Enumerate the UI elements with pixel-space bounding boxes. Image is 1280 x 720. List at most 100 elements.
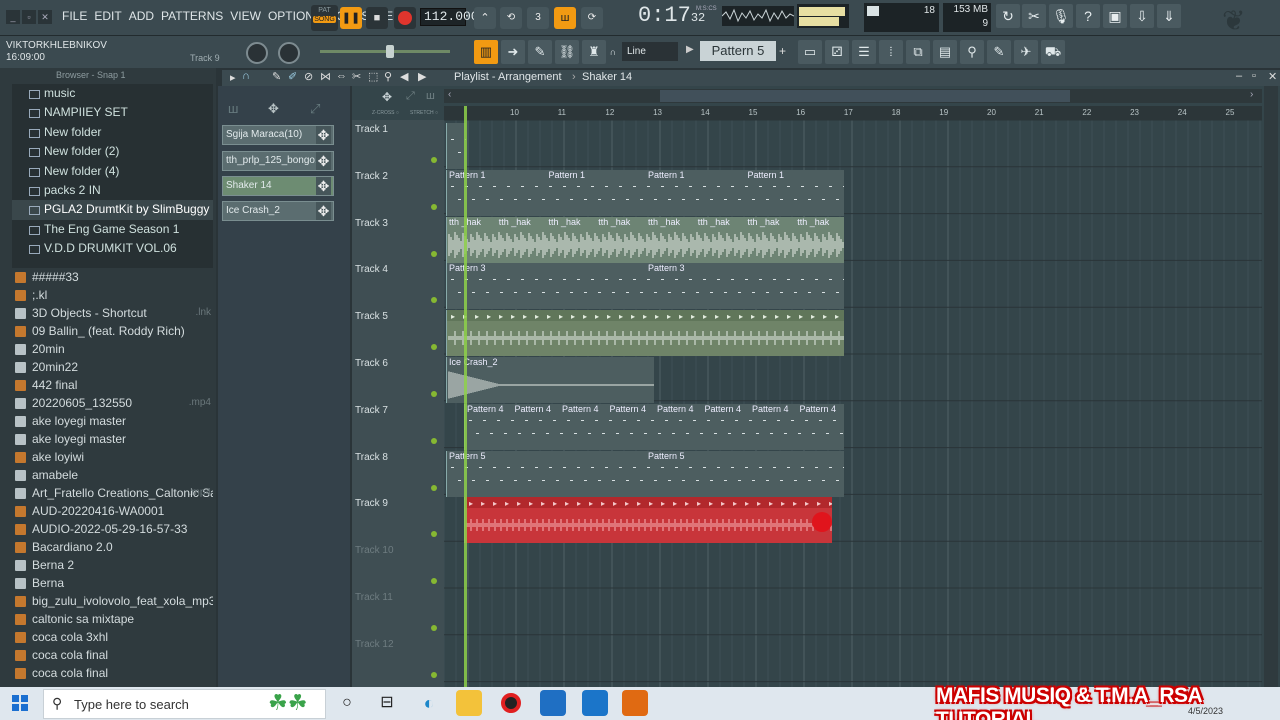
file-item[interactable]: 442 final: [12, 376, 213, 394]
mixer-icon[interactable]: ⦙: [879, 40, 903, 64]
track-mute-led[interactable]: [431, 157, 437, 163]
select-icon[interactable]: ⬚: [368, 70, 378, 83]
arrow-right-icon[interactable]: ➜: [501, 40, 525, 64]
restore-icon[interactable]: ▫: [1252, 70, 1256, 82]
file-item[interactable]: coca cola final: [12, 664, 213, 682]
windows-start-icon[interactable]: [12, 695, 28, 711]
playlist-clip[interactable]: Pattern 1 Pattern 1 Pattern 1 Pattern 1: [446, 169, 844, 216]
channel-item[interactable]: tth_prlp_125_bongo... ✥: [222, 151, 334, 171]
file-item[interactable]: big_zulu_ivolovolo_feat_xola_mp3_9164: [12, 592, 213, 610]
render-icon[interactable]: ⇩: [1130, 4, 1154, 28]
channel-rack-icon[interactable]: ☰: [852, 40, 876, 64]
tempo-tapper-icon[interactable]: ✎: [987, 40, 1011, 64]
menu-edit[interactable]: EDIT: [94, 9, 121, 23]
delete-icon[interactable]: ⊘: [304, 70, 313, 83]
track-name[interactable]: Track 3: [355, 218, 388, 229]
stop-button[interactable]: ■: [366, 7, 388, 29]
master-pitch-knob[interactable]: [278, 42, 300, 64]
file-item[interactable]: ake loyegi master: [12, 430, 213, 448]
stretch-label[interactable]: STRETCH ○: [410, 110, 438, 116]
track-name[interactable]: Track 12: [355, 639, 394, 650]
play-button[interactable]: ❚❚: [340, 7, 362, 29]
master-slider[interactable]: [320, 45, 450, 58]
track-name[interactable]: Track 11: [355, 592, 393, 603]
folder-item[interactable]: New folder (4): [12, 162, 213, 181]
channel-icon[interactable]: ш: [228, 101, 248, 116]
folder-item[interactable]: New folder: [12, 123, 213, 142]
track-name[interactable]: Track 8: [355, 452, 388, 463]
cut-icon[interactable]: ✂: [1022, 4, 1046, 28]
connect-icon[interactable]: ⤢: [310, 101, 330, 116]
track-mute-led[interactable]: [431, 437, 437, 444]
track-name[interactable]: Track 7: [355, 405, 388, 416]
menu-file[interactable]: FILE: [62, 9, 87, 23]
plugin-picker-icon[interactable]: ⚲: [960, 40, 984, 64]
cortana-icon[interactable]: ○: [334, 690, 360, 716]
file-item[interactable]: AUDIO-2022-05-29-16-57-33: [12, 520, 213, 538]
file-item[interactable]: 20min22: [12, 358, 213, 376]
scroll-left-icon[interactable]: ‹: [448, 89, 451, 100]
folder-item[interactable]: music: [12, 84, 213, 103]
piano-roll-icon[interactable]: ⚂: [825, 40, 849, 64]
file-explorer-icon[interactable]: [456, 690, 482, 716]
paint-icon[interactable]: ✐: [288, 70, 297, 83]
close-icon[interactable]: ✕: [1268, 70, 1277, 83]
playlist-clip[interactable]: ▸▸▸▸▸▸▸▸▸▸▸▸▸▸▸▸▸▸▸▸▸▸▸▸▸▸▸▸▸▸▸▸▸: [446, 310, 844, 357]
file-item[interactable]: Bacardiano 2.0: [12, 538, 213, 556]
link-icon[interactable]: ⛓: [555, 40, 579, 64]
pattern-select[interactable]: Pattern 5: [700, 41, 776, 61]
folder-item[interactable]: NAMPIIEY SET: [12, 103, 213, 122]
fl-studio-icon[interactable]: [622, 690, 648, 716]
track-mute-led[interactable]: [431, 671, 437, 678]
pattern-icon[interactable]: ▭: [798, 40, 822, 64]
mute-icon[interactable]: ⋈: [320, 70, 331, 83]
task-view-icon[interactable]: ⊟: [374, 690, 400, 716]
playlist-clip[interactable]: Ice Crash_2: [446, 357, 654, 403]
file-item[interactable]: ake loyegi master: [12, 412, 213, 430]
help-icon[interactable]: ?: [1076, 4, 1100, 28]
magnet-icon[interactable]: ∩: [606, 44, 620, 60]
undo-icon[interactable]: ↻: [996, 4, 1020, 28]
file-item[interactable]: coca cola 3xhl: [12, 628, 213, 646]
track-name[interactable]: Track 9: [355, 498, 388, 509]
file-item[interactable]: ake loyiwi: [12, 448, 213, 466]
vertical-scrollbar[interactable]: [1264, 86, 1278, 688]
move-icon[interactable]: ✥: [382, 90, 392, 104]
channel-plus-icon[interactable]: ✥: [316, 126, 331, 144]
store-icon[interactable]: [540, 690, 566, 716]
file-item[interactable]: Art_Fratello Creations_Caltonic Sa .mp4: [12, 484, 213, 502]
channel-plus-icon[interactable]: ✥: [316, 202, 331, 220]
track-name[interactable]: Track 10: [355, 545, 394, 556]
track-name[interactable]: Track 6: [355, 358, 388, 369]
menu-patterns[interactable]: PATTERNS: [161, 9, 223, 23]
play-small-icon[interactable]: ▶: [418, 70, 426, 83]
microphone-icon[interactable]: 🎙: [1049, 4, 1073, 28]
wait-input-icon[interactable]: ⟲: [500, 7, 522, 29]
file-item[interactable]: Berna: [12, 574, 213, 592]
project-info-icon[interactable]: ✈: [1014, 40, 1038, 64]
menu-add[interactable]: ADD: [129, 9, 154, 23]
track-name[interactable]: Track 4: [355, 264, 388, 275]
ruler-icon[interactable]: ш: [426, 90, 435, 102]
file-item[interactable]: caltonic sa mixtape: [12, 610, 213, 628]
file-item[interactable]: 20220605_132550 .mp4: [12, 394, 213, 412]
file-item[interactable]: ;.kl: [12, 286, 213, 304]
folder-item[interactable]: The Eng Game Season 1: [12, 220, 213, 239]
file-item[interactable]: 09 Ballin_ (feat. Roddy Rich): [12, 322, 213, 340]
pencil-icon[interactable]: ✎: [272, 70, 281, 83]
step-edit-icon[interactable]: ш: [554, 7, 576, 29]
track-mute-led[interactable]: [431, 484, 437, 491]
nodes-icon[interactable]: ✥: [268, 101, 288, 116]
scroll-right-icon[interactable]: ›: [1250, 89, 1253, 100]
playlist-clip[interactable]: Pattern 3 Pattern 3: [446, 263, 844, 310]
folder-item[interactable]: packs 2 IN: [12, 181, 213, 200]
minimize-icon[interactable]: –: [1236, 70, 1242, 82]
file-item[interactable]: coca cola final: [12, 646, 213, 664]
menu-view[interactable]: VIEW: [230, 9, 261, 23]
countdown-icon[interactable]: 3: [527, 7, 549, 29]
add-pattern-icon[interactable]: +: [779, 44, 786, 58]
folder-item-selected[interactable]: PGLA2 DrumtKit by SlimBuggy: [12, 200, 213, 220]
folder-item[interactable]: New folder (2): [12, 142, 213, 161]
track9-clip[interactable]: ▸ ▸ ▸ ▸ ▸ ▸ ▸ ▸ ▸ ▸ ▸ ▸ ▸ ▸ ▸ ▸ ▸ ▸ ▸ ▸ ▸ ▸ ▸ ▸ ▸ ▸ ▸ ▸ ▸ ▸ ▸: [464, 497, 832, 544]
track-name[interactable]: Track 1: [355, 124, 388, 135]
